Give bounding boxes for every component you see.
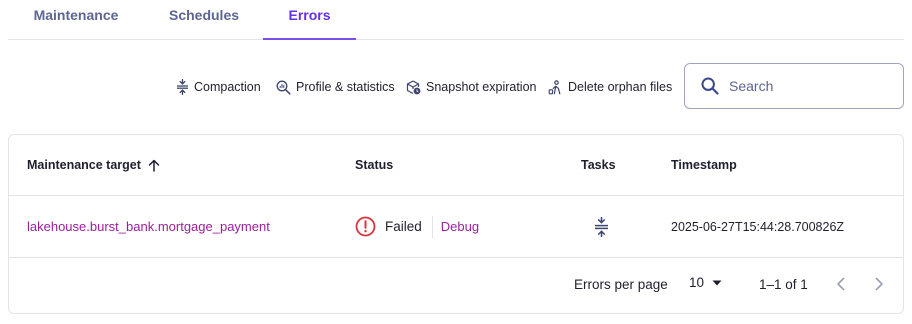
pagination-range: 1–1 of 1 [759, 277, 808, 292]
previous-page-button[interactable] [833, 274, 849, 297]
search-input[interactable] [729, 78, 879, 94]
search-box[interactable] [684, 63, 904, 109]
alert-circle-icon [355, 216, 376, 237]
tasks-cell [581, 196, 609, 257]
tab-errors[interactable]: Errors [263, 0, 356, 40]
rows-per-page-label: Errors per page [574, 277, 668, 292]
pagination-bar: Errors per page 10 1–1 of 1 [9, 258, 903, 314]
col-label: Maintenance target [27, 158, 141, 172]
tab-schedules[interactable]: Schedules [144, 0, 264, 40]
zoom-stats-icon [276, 80, 291, 95]
timestamp-cell: 2025-06-27T15:44:28.700826Z [671, 219, 845, 234]
rows-per-page-value: 10 [689, 275, 705, 290]
snapshot-expiration-label: Snapshot expiration [426, 80, 537, 94]
table-row: lakehouse.burst_bank.mortgage_payment Fa… [9, 196, 903, 258]
tab-maintenance[interactable]: Maintenance [8, 0, 144, 40]
col-status: Status [355, 158, 394, 172]
maintenance-target-link[interactable]: lakehouse.burst_bank.mortgage_payment [27, 219, 270, 234]
caret-down-icon [712, 280, 722, 285]
chevron-right-icon [875, 277, 883, 291]
toolbar: Compaction Profile & statistics Snapshot… [0, 63, 912, 111]
profile-statistics-label: Profile & statistics [296, 80, 395, 94]
compaction-icon [177, 79, 188, 95]
orphan-files-icon [548, 79, 561, 94]
next-page-button[interactable] [871, 274, 887, 297]
status-divider [431, 215, 433, 238]
tab-bar: Maintenance Schedules Errors [8, 0, 904, 40]
arrow-up-icon [148, 159, 160, 172]
delete-orphan-files-label: Delete orphan files [568, 80, 673, 94]
errors-table: Maintenance target Status Tasks Timestam… [8, 134, 904, 314]
sort-maintenance-target-button[interactable]: Maintenance target [27, 158, 160, 172]
col-tasks: Tasks [581, 158, 616, 172]
maintenance-target-cell: lakehouse.burst_bank.mortgage_payment [27, 196, 270, 257]
status-text: Failed [385, 219, 422, 234]
compaction-button[interactable]: Compaction [176, 77, 261, 97]
col-maintenance-target: Maintenance target [27, 135, 160, 195]
compaction-label: Compaction [194, 80, 261, 94]
table-header-row: Maintenance target Status Tasks Timestam… [9, 135, 903, 196]
delete-orphan-files-button[interactable]: Delete orphan files [548, 77, 672, 97]
chevron-left-icon [837, 277, 845, 291]
snapshot-expiration-button[interactable]: Snapshot expiration [406, 77, 537, 97]
status-cell: Failed Debug [355, 196, 479, 257]
col-timestamp: Timestamp [671, 158, 737, 172]
debug-link[interactable]: Debug [441, 219, 479, 234]
snapshot-clock-icon [406, 79, 421, 94]
search-icon [701, 77, 719, 95]
rows-per-page-select[interactable]: 10 [689, 275, 722, 290]
compaction-icon [595, 216, 608, 237]
profile-statistics-button[interactable]: Profile & statistics [276, 77, 395, 97]
